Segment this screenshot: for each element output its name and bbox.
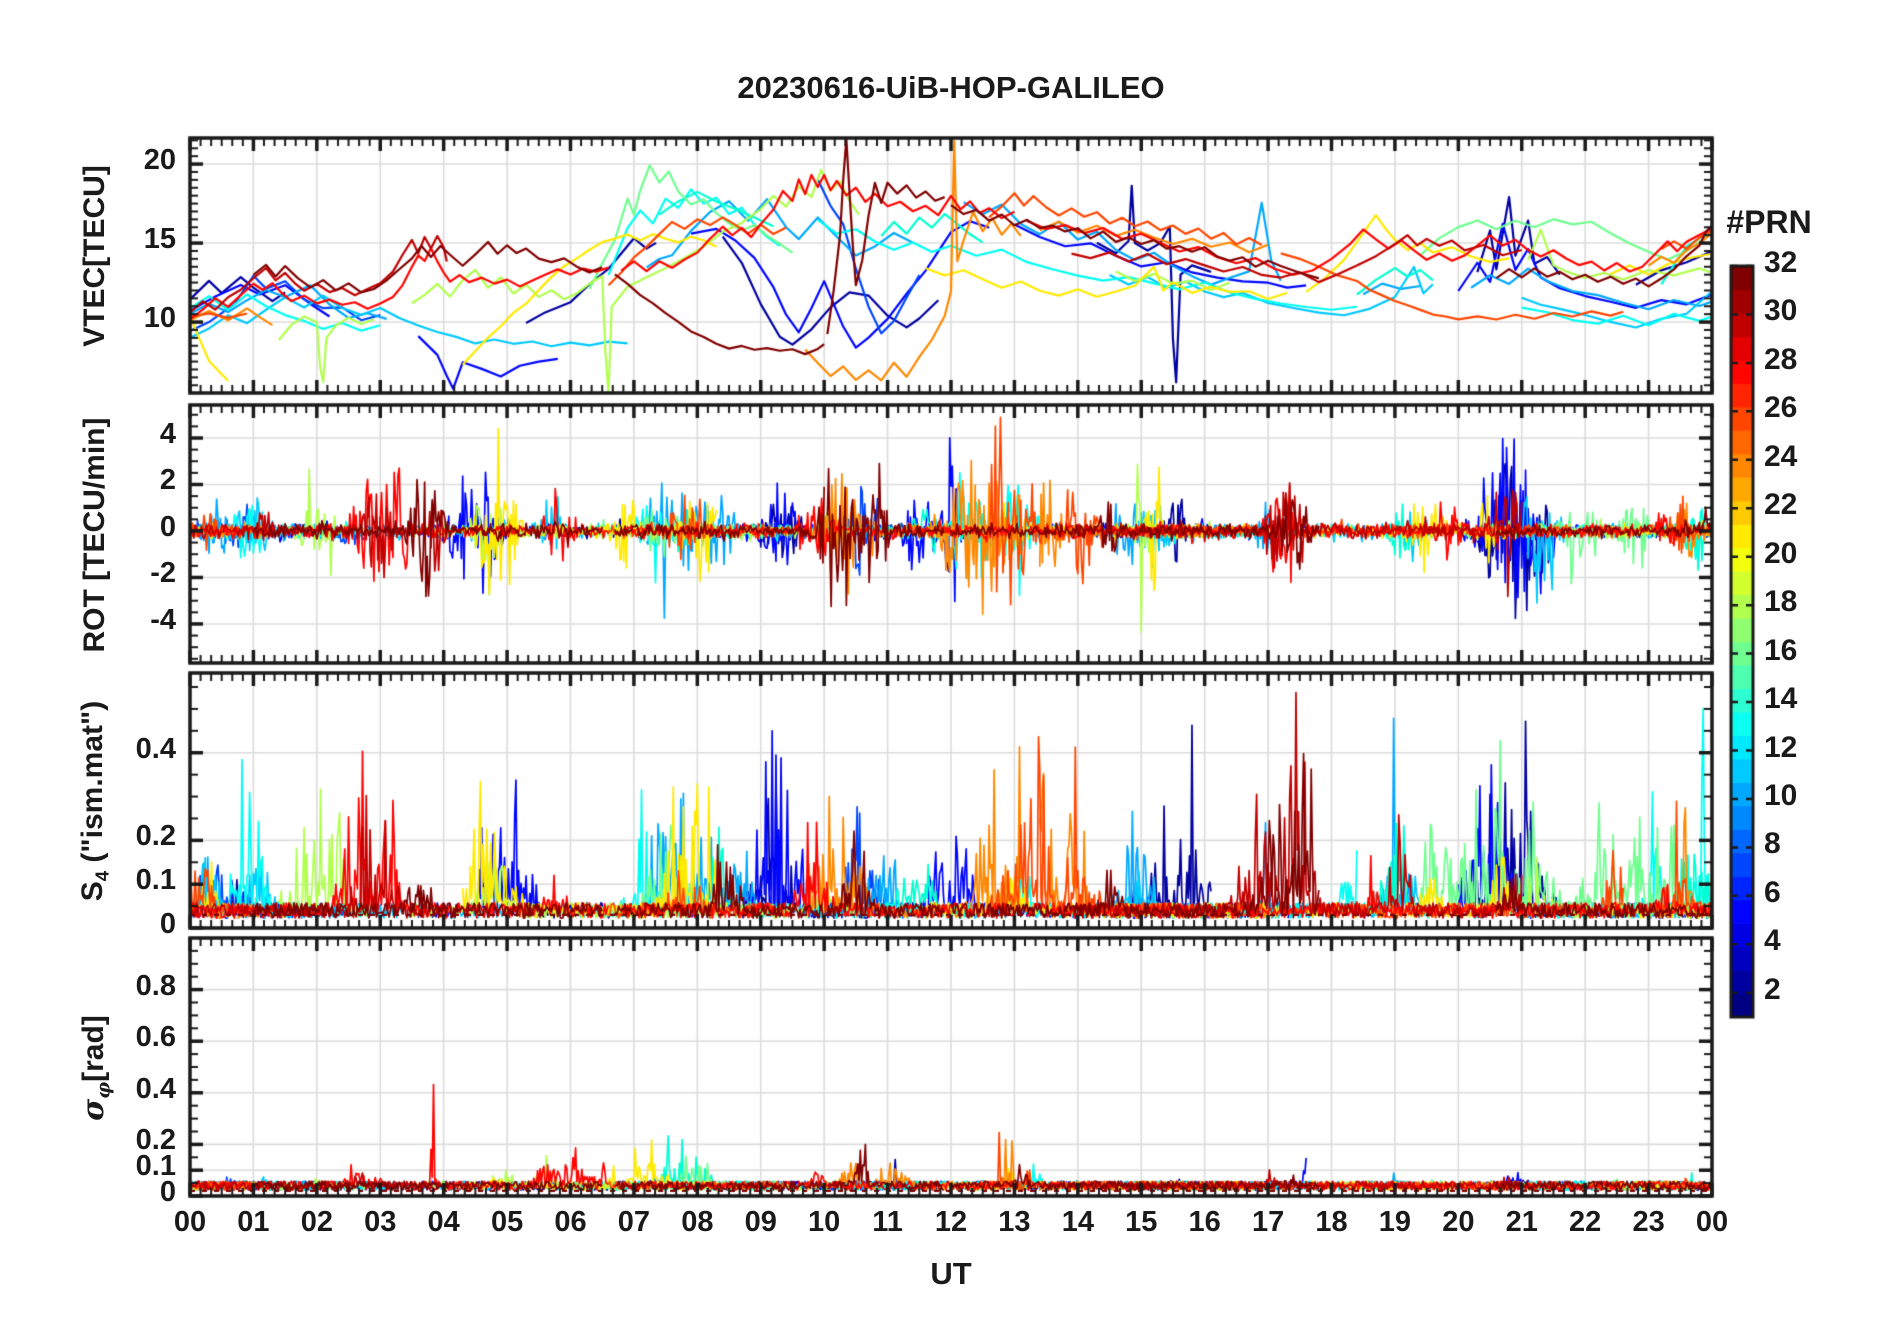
chart-canvas: [0, 0, 1902, 1330]
chart-figure: 20230616-UiB-HOP-GALILEO UT #PRN VTEC[TE…: [0, 0, 1902, 1330]
